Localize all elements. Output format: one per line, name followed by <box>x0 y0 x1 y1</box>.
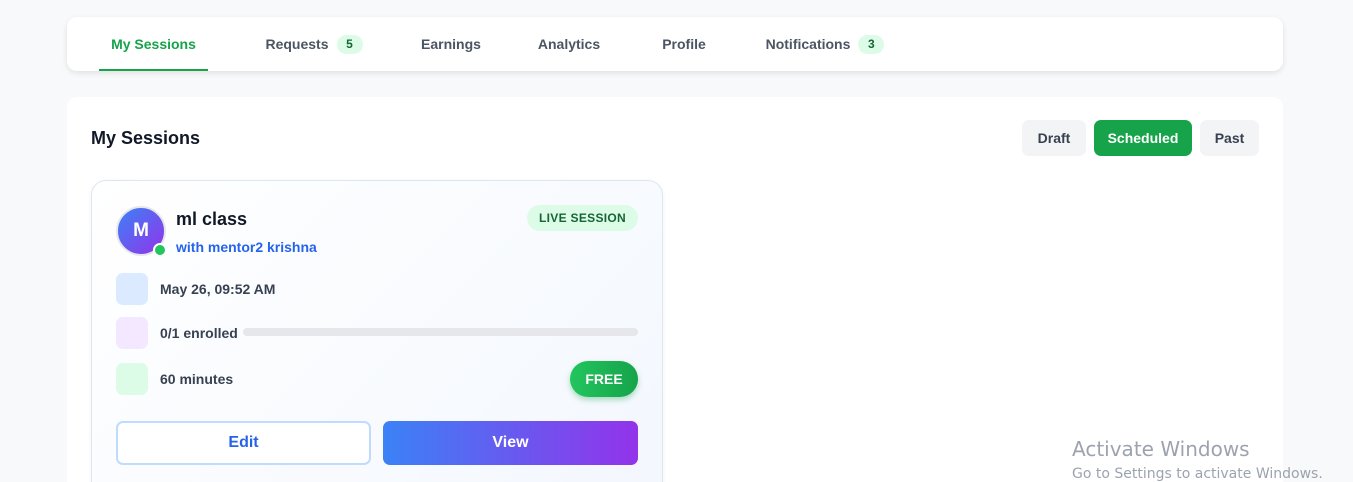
tab-label: Analytics <box>537 36 601 52</box>
watermark-subtitle: Go to Settings to activate Windows. <box>1072 466 1323 482</box>
tab-notifications[interactable]: Notifications 3 <box>764 17 886 71</box>
filter-past-button[interactable]: Past <box>1200 120 1259 156</box>
enrollment-count: 0/1 enrolled <box>160 325 238 341</box>
clock-icon <box>116 363 148 395</box>
watermark-title: Activate Windows <box>1072 437 1250 461</box>
price-badge: FREE <box>570 361 638 397</box>
session-datetime: May 26, 09:52 AM <box>160 281 276 297</box>
session-mentor: with mentor2 krishna <box>176 239 317 255</box>
session-card: M ml class with mentor2 krishna LIVE SES… <box>91 180 663 482</box>
session-duration: 60 minutes <box>160 371 234 387</box>
tab-profile[interactable]: Profile <box>659 17 709 71</box>
view-button[interactable]: View <box>383 421 638 465</box>
page-title: My Sessions <box>91 128 201 148</box>
tab-earnings[interactable]: Earnings <box>420 17 482 71</box>
tab-requests[interactable]: Requests 5 <box>265 17 363 71</box>
filter-draft-button[interactable]: Draft <box>1022 120 1086 156</box>
users-icon <box>116 317 148 349</box>
tab-label: Requests <box>265 36 329 52</box>
edit-button[interactable]: Edit <box>116 421 371 465</box>
requests-count-badge: 5 <box>336 34 363 54</box>
windows-activation-watermark: Activate Windows Go to Settings to activ… <box>1072 437 1323 482</box>
calendar-icon <box>116 273 148 305</box>
sessions-panel: My Sessions Draft Scheduled Past M ml cl… <box>67 97 1283 482</box>
tab-label: Profile <box>662 36 706 52</box>
tab-label: Earnings <box>421 36 481 52</box>
session-title: ml class <box>176 209 248 229</box>
online-status-icon <box>153 243 167 257</box>
filter-scheduled-button[interactable]: Scheduled <box>1094 120 1192 156</box>
duration-row: 60 minutes <box>116 362 233 396</box>
tab-my-sessions[interactable]: My Sessions <box>99 17 208 71</box>
status-badge: LIVE SESSION <box>527 205 638 231</box>
datetime-row: May 26, 09:52 AM <box>116 272 275 306</box>
enrollment-progress-bar <box>243 328 638 336</box>
tab-label: My Sessions <box>111 36 196 52</box>
notifications-count-badge: 3 <box>858 34 885 54</box>
tab-analytics[interactable]: Analytics <box>538 17 600 71</box>
tab-bar: My Sessions Requests 5 Earnings Analytic… <box>67 17 1283 71</box>
tab-label: Notifications <box>765 36 851 52</box>
enrollment-row: 0/1 enrolled <box>116 316 238 350</box>
